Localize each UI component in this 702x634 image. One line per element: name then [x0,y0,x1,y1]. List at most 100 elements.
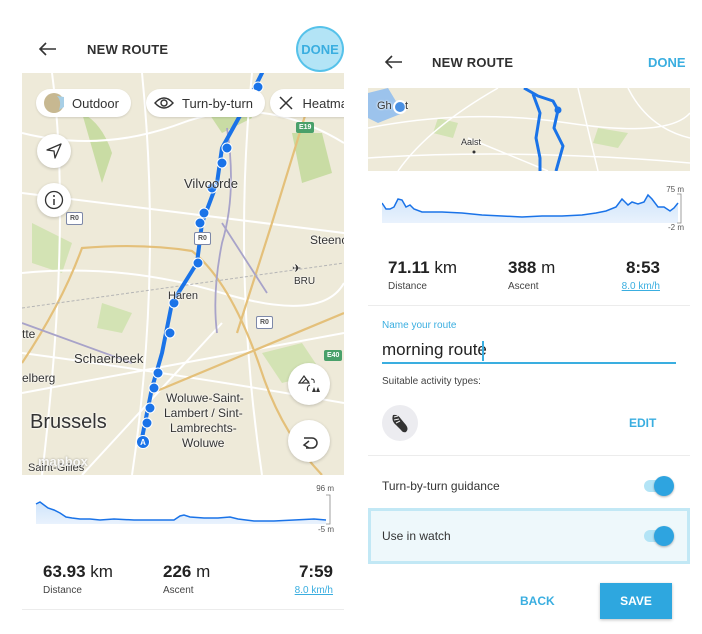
map-label-ghent-2: t [405,100,409,112]
mapbox-logo: mapbox [38,454,88,469]
turn-by-turn-chip[interactable]: Turn-by-turn [146,89,266,117]
save-button[interactable]: SAVE [600,583,672,619]
map-label-tte: tte [22,327,36,341]
ascent-stat: 226 m Ascent [163,562,210,596]
map-label-brussels: Brussels [30,411,107,433]
ascent-unit: m [541,258,556,277]
map-thumbnail-icon [44,93,64,113]
use-in-watch-row[interactable]: Use in watch [368,508,690,564]
back-arrow-icon[interactable] [382,50,406,74]
elevation-max-label: 96 m [316,484,334,493]
ascent-stat: 388 m Ascent [508,258,555,292]
airport-icon: ✈ [292,263,302,275]
use-in-watch-label: Use in watch [382,529,451,543]
route-name-input[interactable] [382,337,676,364]
page-title: NEW ROUTE [432,55,514,70]
route-start-marker[interactable]: A [136,435,150,449]
route-map[interactable]: Outdoor Turn-by-turn Heatma Vilvoorde St… [22,73,344,475]
duration-value: 7:59 [298,562,333,581]
running-shoe-icon [392,414,408,433]
speed-link[interactable]: 8.0 km/h [622,281,660,292]
heatmap-chip-label: Heatma [302,95,344,111]
use-in-watch-toggle[interactable] [644,526,674,546]
elevation-chart [35,494,331,525]
duration-stat: 7:59 8.0 km/h [295,562,333,596]
header: NEW ROUTE DONE [0,25,355,73]
map-label-aalst: Aalst [461,137,482,147]
elevation-profile: 96 m -5 m [34,484,334,545]
map-label-haren: Haren [168,290,198,302]
terrain-layer-button[interactable] [288,363,330,405]
map-background [368,88,690,171]
done-button[interactable]: DONE [296,26,344,72]
navigation-arrow-icon [46,143,62,159]
map-label-woluwe-2: Lambert / Sint- [164,406,243,420]
locate-button[interactable] [37,134,71,168]
distance-unit: km [434,258,458,277]
divider [368,455,690,456]
heatmap-chip[interactable]: Heatma [270,89,344,117]
turn-by-turn-row[interactable]: Turn-by-turn guidance [368,460,690,512]
distance-stat: 71.11 km Distance [388,258,457,292]
distance-stat: 63.93 km Distance [43,562,113,596]
back-button[interactable]: BACK [520,594,555,608]
road-shield-r0: R0 [256,316,273,329]
road-shield-e40: E40 [324,350,343,361]
divider [368,305,690,306]
elevation-min-label: -2 m [668,223,684,232]
ascent-unit: m [196,562,211,581]
divider [22,609,344,610]
ascent-value: 226 [163,562,192,581]
edit-activity-button[interactable]: EDIT [629,416,656,430]
ascent-value: 388 [508,258,537,277]
back-arrow-icon[interactable] [36,37,60,61]
road-shield-r0: R0 [194,232,211,245]
outdoor-chip-label: Outdoor [72,95,119,111]
eye-icon [154,93,174,113]
map-label-ghent-1: Gh [377,100,392,112]
map-label-vilvoorde: Vilvoorde [184,176,238,191]
outdoor-map-chip[interactable]: Outdoor [36,89,131,117]
map-label-woluwe-4: Woluwe [182,436,225,450]
distance-label: Distance [388,281,427,292]
road-shield-e19: E19 [296,122,315,133]
route-map-screen: NEW ROUTE DONE Outdoor Turn-by-turn Heat… [0,0,355,634]
close-icon [278,93,294,113]
map-label-bru: BRU [294,276,316,287]
page-title: NEW ROUTE [87,42,169,57]
route-details-screen: NEW ROUTE DONE Gh t Aalst 75 m -2 m 71.1… [355,0,702,634]
ascent-label: Ascent [163,585,194,596]
distance-unit: km [90,562,113,581]
route-name-label: Name your route [382,320,457,331]
return-arrow-icon [302,437,318,449]
elevation-chart [382,193,682,224]
route-map-preview[interactable]: Gh t Aalst [368,88,690,171]
turn-by-turn-label: Turn-by-turn guidance [382,479,500,493]
distance-value: 63.93 [43,562,86,581]
header: NEW ROUTE DONE [355,38,702,86]
activity-type-button[interactable] [382,405,418,441]
turn-by-turn-toggle[interactable] [644,476,674,496]
turn-by-turn-chip-label: Turn-by-turn [182,95,254,111]
map-label-woluwe-3: Lambrechts- [170,421,237,435]
activity-types-label: Suitable activity types: [382,376,481,387]
terrain-icon [297,374,320,392]
elevation-min-label: -5 m [318,525,334,534]
distance-label: Distance [43,585,82,596]
map-label-steenokkerzeel: Steenc [310,233,344,247]
map-label-elberg: elberg [22,371,56,385]
speed-link[interactable]: 8.0 km/h [295,585,333,596]
distance-value: 71.11 [388,258,430,277]
elevation-max-label: 75 m [666,185,684,194]
road-shield-r0: R0 [66,212,83,225]
done-button[interactable]: DONE [648,55,686,70]
elevation-profile: 75 m -2 m [382,185,684,237]
text-caret [482,341,484,361]
map-label-schaerbeek: Schaerbeek [74,351,144,366]
map-label-woluwe-1: Woluwe-Saint- [166,391,244,405]
info-icon [44,190,64,210]
duration-stat: 8:53 8.0 km/h [622,258,660,292]
ascent-label: Ascent [508,281,539,292]
return-route-button[interactable] [288,420,330,462]
duration-value: 8:53 [625,258,660,277]
